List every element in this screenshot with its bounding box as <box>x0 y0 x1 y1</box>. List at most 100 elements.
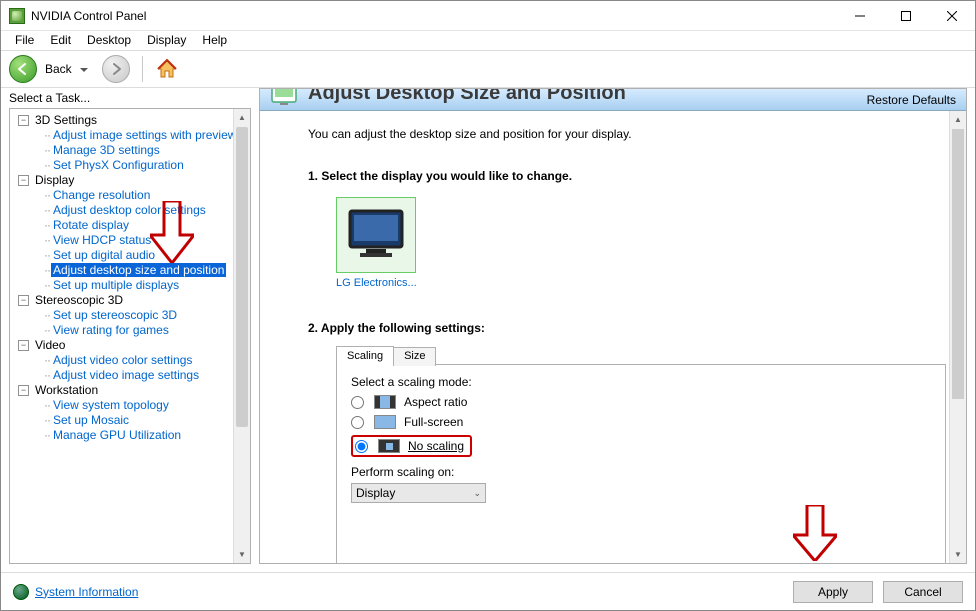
no-scaling-icon <box>378 439 400 453</box>
tree-item-label: Adjust desktop size and position <box>51 263 226 277</box>
maximize-button[interactable] <box>883 1 929 30</box>
collapse-icon[interactable]: − <box>18 340 29 351</box>
tree-item[interactable]: ··Set up multiple displays <box>42 278 248 293</box>
sidebar-title: Select a Task... <box>1 88 259 108</box>
perform-scaling-value: Display <box>356 486 395 500</box>
back-button[interactable] <box>9 55 37 83</box>
scaling-tab-body: Select a scaling mode: Aspect ratio Full… <box>336 364 946 563</box>
tree-item-label: Change resolution <box>51 188 152 202</box>
tree-group-label: Video <box>33 338 67 353</box>
menu-help[interactable]: Help <box>194 31 235 50</box>
tree-item[interactable]: ··Change resolution <box>42 188 248 203</box>
radio-aspect-input[interactable] <box>351 396 364 409</box>
tree-item[interactable]: ··Set up stereoscopic 3D <box>42 308 248 323</box>
tree-group-label: Display <box>33 173 76 188</box>
tree-item[interactable]: ··Set up digital audio <box>42 248 248 263</box>
perform-scaling-label: Perform scaling on: <box>351 465 931 479</box>
tree-item[interactable]: ··Rotate display <box>42 218 248 233</box>
tree-item-label: Rotate display <box>51 218 131 232</box>
apply-button[interactable]: Apply <box>793 581 873 603</box>
tree-item-label: View rating for games <box>51 323 171 337</box>
tree-group-label: 3D Settings <box>33 113 99 128</box>
tree-item[interactable]: ··Manage GPU Utilization <box>42 428 248 443</box>
tree-item-label: Set up Mosaic <box>51 413 131 427</box>
tab-size[interactable]: Size <box>393 347 436 366</box>
minimize-button[interactable] <box>837 1 883 30</box>
tree-item-label: Set up digital audio <box>51 248 157 262</box>
tree-item-label: Manage GPU Utilization <box>51 428 183 442</box>
step1-heading: 1. Select the display you would like to … <box>308 169 946 183</box>
tree-group-label: Workstation <box>33 383 100 398</box>
tree-item-label: Adjust video image settings <box>51 368 201 382</box>
menu-display[interactable]: Display <box>139 31 194 50</box>
tree-group[interactable]: −Display <box>16 173 248 188</box>
system-information-link[interactable]: System Information <box>35 585 138 599</box>
menu-file[interactable]: File <box>7 31 42 50</box>
tree-item[interactable]: ··Adjust desktop color settings <box>42 203 248 218</box>
nvidia-control-panel-window: NVIDIA Control Panel File Edit Desktop D… <box>0 0 976 611</box>
tree-group[interactable]: −3D Settings <box>16 113 248 128</box>
tree-item[interactable]: ··Adjust video image settings <box>42 368 248 383</box>
tree-item[interactable]: ··View system topology <box>42 398 248 413</box>
radio-full-input[interactable] <box>351 416 364 429</box>
step2-heading: 2. Apply the following settings: <box>308 321 946 335</box>
tree-item-label: Manage 3D settings <box>51 143 162 157</box>
sidebar: Select a Task... −3D Settings··Adjust im… <box>1 88 259 572</box>
tree-item[interactable]: ··Adjust desktop size and position <box>42 263 248 278</box>
tree-item-label: View HDCP status <box>51 233 153 247</box>
tree-group[interactable]: −Video <box>16 338 248 353</box>
annotation-no-scaling-box: No scaling <box>351 435 472 457</box>
content-header: Adjust Desktop Size and Position Restore… <box>260 89 966 111</box>
content-scrollbar[interactable]: ▲▼ <box>949 111 966 563</box>
tree-group-label: Stereoscopic 3D <box>33 293 125 308</box>
perform-scaling-dropdown[interactable]: Display ⌄ <box>351 483 486 503</box>
collapse-icon[interactable]: − <box>18 115 29 126</box>
content: Adjust Desktop Size and Position Restore… <box>259 88 967 564</box>
forward-button[interactable] <box>102 55 130 83</box>
window-title: NVIDIA Control Panel <box>31 9 146 23</box>
tree-item[interactable]: ··Adjust image settings with preview <box>42 128 248 143</box>
aspect-label: Aspect ratio <box>404 395 467 409</box>
tree-item[interactable]: ··Manage 3D settings <box>42 143 248 158</box>
tree-group[interactable]: −Stereoscopic 3D <box>16 293 248 308</box>
tree-item[interactable]: ··View rating for games <box>42 323 248 338</box>
tree-item-label: Set PhysX Configuration <box>51 158 186 172</box>
tree-item-label: Set up stereoscopic 3D <box>51 308 179 322</box>
radio-full-screen[interactable]: Full-screen <box>351 415 931 429</box>
aspect-icon <box>374 395 396 409</box>
nvidia-icon <box>9 8 25 24</box>
menu-edit[interactable]: Edit <box>42 31 79 50</box>
tree-item-label: Adjust video color settings <box>51 353 194 367</box>
tree-item[interactable]: ··Set PhysX Configuration <box>42 158 248 173</box>
radio-aspect-ratio[interactable]: Aspect ratio <box>351 395 931 409</box>
tree-group[interactable]: −Workstation <box>16 383 248 398</box>
fullscreen-icon <box>374 415 396 429</box>
display-thumbnail[interactable] <box>336 197 416 273</box>
no-scaling-label[interactable]: No scaling <box>408 439 464 453</box>
tree-item-label: View system topology <box>51 398 171 412</box>
tab-scaling[interactable]: Scaling <box>336 346 394 365</box>
display-label: LG Electronics... <box>336 277 946 289</box>
tree-item[interactable]: ··Set up Mosaic <box>42 413 248 428</box>
tree-item[interactable]: ··Adjust video color settings <box>42 353 248 368</box>
cancel-button[interactable]: Cancel <box>883 581 963 603</box>
home-button[interactable] <box>155 57 179 81</box>
radio-no-scaling-input[interactable] <box>355 440 368 453</box>
restore-defaults-link[interactable]: Restore Defaults <box>867 93 956 107</box>
scaling-mode-label: Select a scaling mode: <box>351 375 931 389</box>
back-history-dropdown[interactable] <box>80 62 88 76</box>
tree-item[interactable]: ··View HDCP status <box>42 233 248 248</box>
titlebar: NVIDIA Control Panel <box>1 1 975 31</box>
tree-scrollbar[interactable]: ▲▼ <box>233 109 250 563</box>
intro-text: You can adjust the desktop size and posi… <box>308 127 946 141</box>
system-info-icon <box>13 584 29 600</box>
collapse-icon[interactable]: − <box>18 175 29 186</box>
collapse-icon[interactable]: − <box>18 295 29 306</box>
toolbar: Back <box>1 51 975 87</box>
collapse-icon[interactable]: − <box>18 385 29 396</box>
desktop-size-icon <box>270 89 302 110</box>
back-label: Back <box>45 62 72 76</box>
menu-desktop[interactable]: Desktop <box>79 31 139 50</box>
close-button[interactable] <box>929 1 975 30</box>
chevron-down-icon: ⌄ <box>473 488 481 499</box>
